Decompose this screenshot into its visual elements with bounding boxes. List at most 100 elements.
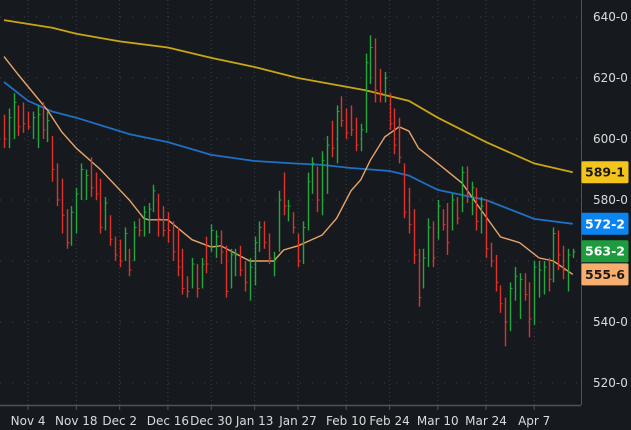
ohlc-bar [13,93,17,139]
ohlc-bar [495,254,499,292]
moving-average-lines [3,19,574,275]
price-tag: 555-6 [581,263,629,286]
ohlc-bar [162,206,166,237]
moving-average-line-1 [3,19,574,174]
ohlc-bar [432,221,436,268]
ohlc-bar [75,187,79,234]
ohlc-bar [345,108,349,139]
ohlc-bar [418,248,422,307]
ohlc-bar [562,245,566,280]
ohlc-bar [249,257,253,301]
ohlc-bar [99,178,103,234]
x-tick-label: Dec 2 [102,414,137,428]
ohlc-bar [51,135,55,182]
ohlc-bar [355,117,359,152]
ohlc-bar [133,221,137,261]
ohlc-bar [283,172,287,216]
ohlc-bar [196,264,200,298]
ohlc-bar [186,276,190,298]
x-tick-label: Nov 4 [11,414,46,428]
ohlc-bar [403,163,407,219]
ohlc-bar [524,273,528,301]
ohlc-bar [201,257,205,289]
ohlc-bar [350,105,354,136]
ohlc-bar [56,163,60,207]
x-tick-label: Nov 18 [55,414,98,428]
ohlc-bar [311,157,315,194]
ohlc-bar [384,71,388,103]
ohlc-bar [543,261,547,295]
ohlc-bar [32,111,36,139]
ohlc-bar [234,248,238,277]
x-tick-label: Jan 27 [278,414,317,428]
ohlc-bar [379,68,383,103]
y-tick-label: 600-0 [593,132,628,146]
price-tag-label: 563-2 [585,244,625,259]
y-tick-label: 640-0 [593,10,628,24]
x-tick-label: Jan 13 [235,414,274,428]
ohlc-bar [528,282,532,338]
ohlc-bar [61,178,65,234]
ohlc-bar [557,230,561,271]
ohlc-bar [422,248,426,289]
ohlc-bar [360,123,364,152]
ohlc-bar [70,206,74,246]
ohlc-bar [191,257,195,289]
ohlc-bar [567,248,571,292]
ohlc-bar [427,218,431,268]
ohlc-bar [109,215,113,246]
ohlc-bar [138,218,142,237]
ohlc-bar [321,151,325,216]
ohlc-bar [3,114,7,149]
ohlc-bar [572,248,576,258]
axes: 640-0 620-0 600-0 580-0 540-0 520-0 Nov 4 Nov 1… [0,0,628,428]
ohlc-bar [239,245,243,277]
ohlc-bar [413,209,417,265]
ohlc-bar [331,120,335,158]
y-tick-label: 540-0 [593,315,628,329]
ohlc-bar [519,273,523,319]
ohlc-bar [66,209,70,249]
ohlc-bar [509,282,513,332]
ohlc-bar [215,230,219,258]
ohlc-bar [230,248,234,289]
price-tag-label: 572-2 [585,216,625,231]
y-tick-label: 520-0 [593,376,628,390]
x-tick-label: Mar 10 [417,414,459,428]
ohlc-bar [499,285,503,313]
ohlc-bar [504,297,508,347]
ohlc-bar [307,172,311,231]
price-tag-label: 589-1 [585,165,625,180]
ohlc-bar [210,224,214,252]
ohlc-bar [114,236,118,261]
ohlc-bar [369,35,373,85]
ohlc-bar [552,227,556,283]
ohlc-bar [446,203,450,255]
y-tick-label: 580-0 [593,193,628,207]
ohlc-bar [104,196,108,231]
price-tag: 589-1 [581,161,629,184]
ohlc-bar [442,209,446,231]
x-tick-label: Dec 30 [190,414,232,428]
ohlc-bar [408,187,412,234]
ohlc-bar [297,233,301,268]
price-tag-label: 555-6 [585,267,625,282]
ohlc-bar [475,187,479,231]
ohlc-bar [461,166,465,213]
ohlc-bar [437,200,441,240]
ohlc-bar [177,227,181,277]
ohlc-bar [398,117,402,164]
ohlc-bars [3,35,576,347]
ohlc-bar [152,184,156,213]
ohlc-bar [514,267,518,301]
ohlc-bar [244,261,248,292]
ohlc-bar [225,245,229,298]
ohlc-bar [37,105,41,149]
ohlc-bar [172,221,176,261]
ohlc-bar [157,193,161,237]
ohlc-bar [340,96,344,127]
ohlc-bar [205,236,209,274]
ohlc-bar [451,193,455,231]
ohlc-bar [27,111,31,130]
price-chart[interactable]: 640-0 620-0 600-0 580-0 540-0 520-0 Nov 4 Nov 1… [0,0,631,430]
